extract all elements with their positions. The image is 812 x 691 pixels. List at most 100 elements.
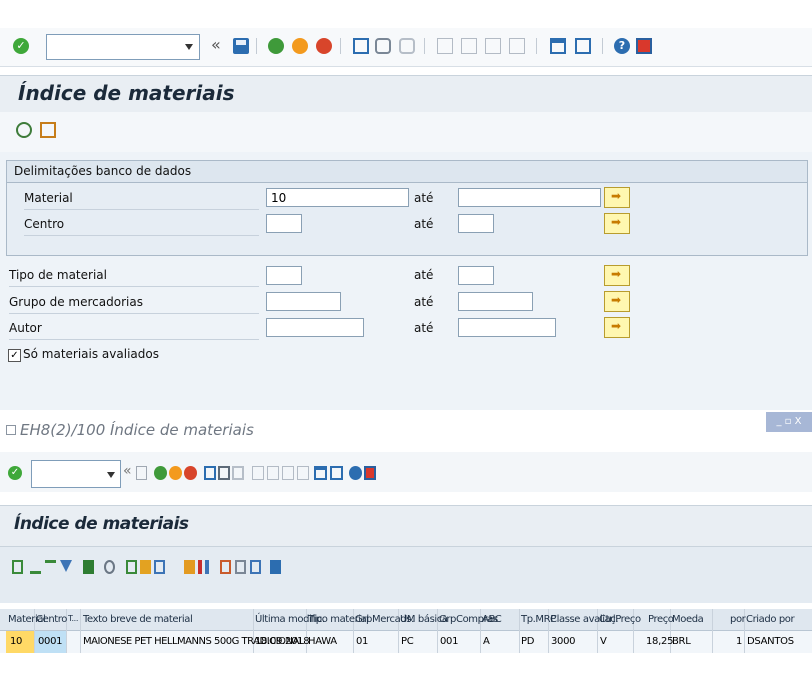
centro-multiple-selection-button[interactable]	[604, 213, 630, 234]
col-criado-por[interactable]: Criado por	[746, 614, 795, 625]
chevron-down-icon[interactable]	[185, 44, 193, 50]
grupo-mercadorias-to-input[interactable]	[458, 292, 533, 311]
tipo-material-to-input[interactable]	[458, 266, 494, 285]
find-icon[interactable]	[375, 38, 391, 54]
cell-moeda[interactable]: BRL	[672, 636, 691, 647]
chevron-down-icon-2[interactable]	[107, 472, 115, 478]
material-multiple-selection-button[interactable]	[604, 187, 630, 208]
cell-criado-por[interactable]: DSANTOS	[747, 636, 794, 647]
last-page-icon[interactable]	[509, 38, 525, 54]
customize-layout-icon[interactable]	[636, 38, 652, 54]
grupo-mercadorias-from-input[interactable]	[266, 292, 341, 311]
cell-grpcompras[interactable]: 001	[440, 636, 458, 647]
cell-ctrlpreco[interactable]: V	[600, 636, 607, 647]
first-page-icon-2[interactable]	[252, 466, 264, 480]
save-icon-2[interactable]	[136, 466, 147, 480]
print-icon-2[interactable]	[204, 466, 216, 480]
help-icon[interactable]: ?	[614, 38, 630, 54]
cell-tipo-material[interactable]: HAWA	[308, 636, 337, 647]
customize-layout-icon-2[interactable]	[364, 466, 376, 480]
cell-centro[interactable]: 0001	[38, 636, 63, 647]
group-title: Delimitações banco de dados	[14, 164, 192, 178]
save-icon[interactable]	[233, 38, 249, 54]
sort-descending-icon[interactable]	[45, 560, 56, 574]
back-icon[interactable]	[268, 38, 284, 54]
col-centro[interactable]: Centro	[36, 614, 67, 625]
details-icon[interactable]	[12, 560, 23, 574]
information-icon[interactable]	[270, 560, 281, 574]
new-session-icon[interactable]	[550, 38, 566, 54]
first-page-icon[interactable]	[437, 38, 453, 54]
back-double-icon[interactable]: «	[211, 35, 221, 54]
find-next-icon-2[interactable]	[232, 466, 244, 480]
previous-page-icon-2[interactable]	[267, 466, 279, 480]
shortcut-icon[interactable]	[575, 38, 591, 54]
filter-icon[interactable]	[60, 560, 72, 572]
subtotal-icon[interactable]	[104, 560, 115, 574]
command-field-2[interactable]	[31, 460, 121, 488]
back-icon-2[interactable]	[154, 466, 167, 480]
exit-icon-2[interactable]	[169, 466, 182, 480]
col-t[interactable]: T...	[68, 614, 78, 623]
tipo-material-to-label: até	[414, 268, 434, 282]
cell-material[interactable]: 10	[10, 636, 22, 647]
material-from-input[interactable]: 10	[266, 188, 409, 207]
materiais-avaliados-checkbox[interactable]: ✓	[8, 349, 21, 362]
col-abc[interactable]: ABC	[482, 614, 502, 625]
exit-icon[interactable]	[292, 38, 308, 54]
col-texto-breve[interactable]: Texto breve de material	[83, 614, 193, 625]
cell-por[interactable]: 1	[736, 636, 742, 647]
col-por[interactable]: por	[730, 614, 746, 625]
export-icon[interactable]	[154, 560, 165, 574]
total-icon[interactable]	[83, 560, 94, 574]
find-next-icon[interactable]	[399, 38, 415, 54]
col-ctrlpreco[interactable]: CtrlPreço	[599, 614, 641, 625]
ok-icon[interactable]: ✓	[13, 38, 29, 54]
centro-from-input[interactable]	[266, 214, 302, 233]
print-icon[interactable]	[353, 38, 369, 54]
change-layout-icon[interactable]	[220, 560, 231, 574]
cell-abc[interactable]: A	[483, 636, 490, 647]
new-session-icon-2[interactable]	[314, 466, 327, 480]
select-layout-icon[interactable]	[235, 560, 246, 574]
graphic-icon[interactable]	[198, 560, 209, 574]
mail-icon[interactable]	[140, 560, 151, 574]
back-double-icon-2[interactable]: «	[123, 463, 132, 479]
grupo-mercadorias-multiple-selection-button[interactable]	[604, 291, 630, 312]
variant-icon[interactable]	[40, 122, 56, 138]
help-icon-2[interactable]	[349, 466, 362, 480]
ok-icon-2[interactable]: ✓	[8, 466, 22, 480]
cell-classe-avaliac[interactable]: 3000	[551, 636, 576, 647]
material-to-input[interactable]	[458, 188, 601, 207]
centro-to-input[interactable]	[458, 214, 494, 233]
command-field[interactable]	[46, 34, 200, 60]
shortcut-icon-2[interactable]	[330, 466, 343, 480]
cell-um-basica[interactable]: PC	[401, 636, 414, 647]
previous-page-icon[interactable]	[461, 38, 477, 54]
window-controls[interactable]: _ ▫ X	[766, 412, 812, 432]
cancel-icon-2[interactable]	[184, 466, 197, 480]
last-page-icon-2[interactable]	[297, 466, 309, 480]
col-moeda[interactable]: Moeda	[672, 614, 704, 625]
cell-ultima-modific[interactable]: 18.09.2018	[255, 636, 310, 647]
abc-analysis-icon[interactable]	[184, 560, 195, 574]
cell-preco[interactable]: 18,25	[646, 636, 673, 647]
autor-from-input[interactable]	[266, 318, 364, 337]
next-page-icon-2[interactable]	[282, 466, 294, 480]
window-menu-icon[interactable]	[6, 425, 16, 435]
tipo-material-from-input[interactable]	[266, 266, 302, 285]
print-preview-icon[interactable]	[126, 560, 137, 574]
autor-multiple-selection-button[interactable]	[604, 317, 630, 338]
execute-icon[interactable]	[16, 122, 32, 138]
second-toolbar: ✓ «	[0, 452, 812, 492]
next-page-icon[interactable]	[485, 38, 501, 54]
col-preco[interactable]: Preço	[648, 614, 674, 625]
save-layout-icon[interactable]	[250, 560, 261, 574]
cell-grpmercads[interactable]: 01	[356, 636, 368, 647]
cancel-icon[interactable]	[316, 38, 332, 54]
tipo-material-multiple-selection-button[interactable]	[604, 265, 630, 286]
sort-ascending-icon[interactable]	[30, 560, 41, 574]
cell-tp-mrp[interactable]: PD	[521, 636, 534, 647]
find-icon-2[interactable]	[218, 466, 230, 480]
autor-to-input[interactable]	[458, 318, 556, 337]
